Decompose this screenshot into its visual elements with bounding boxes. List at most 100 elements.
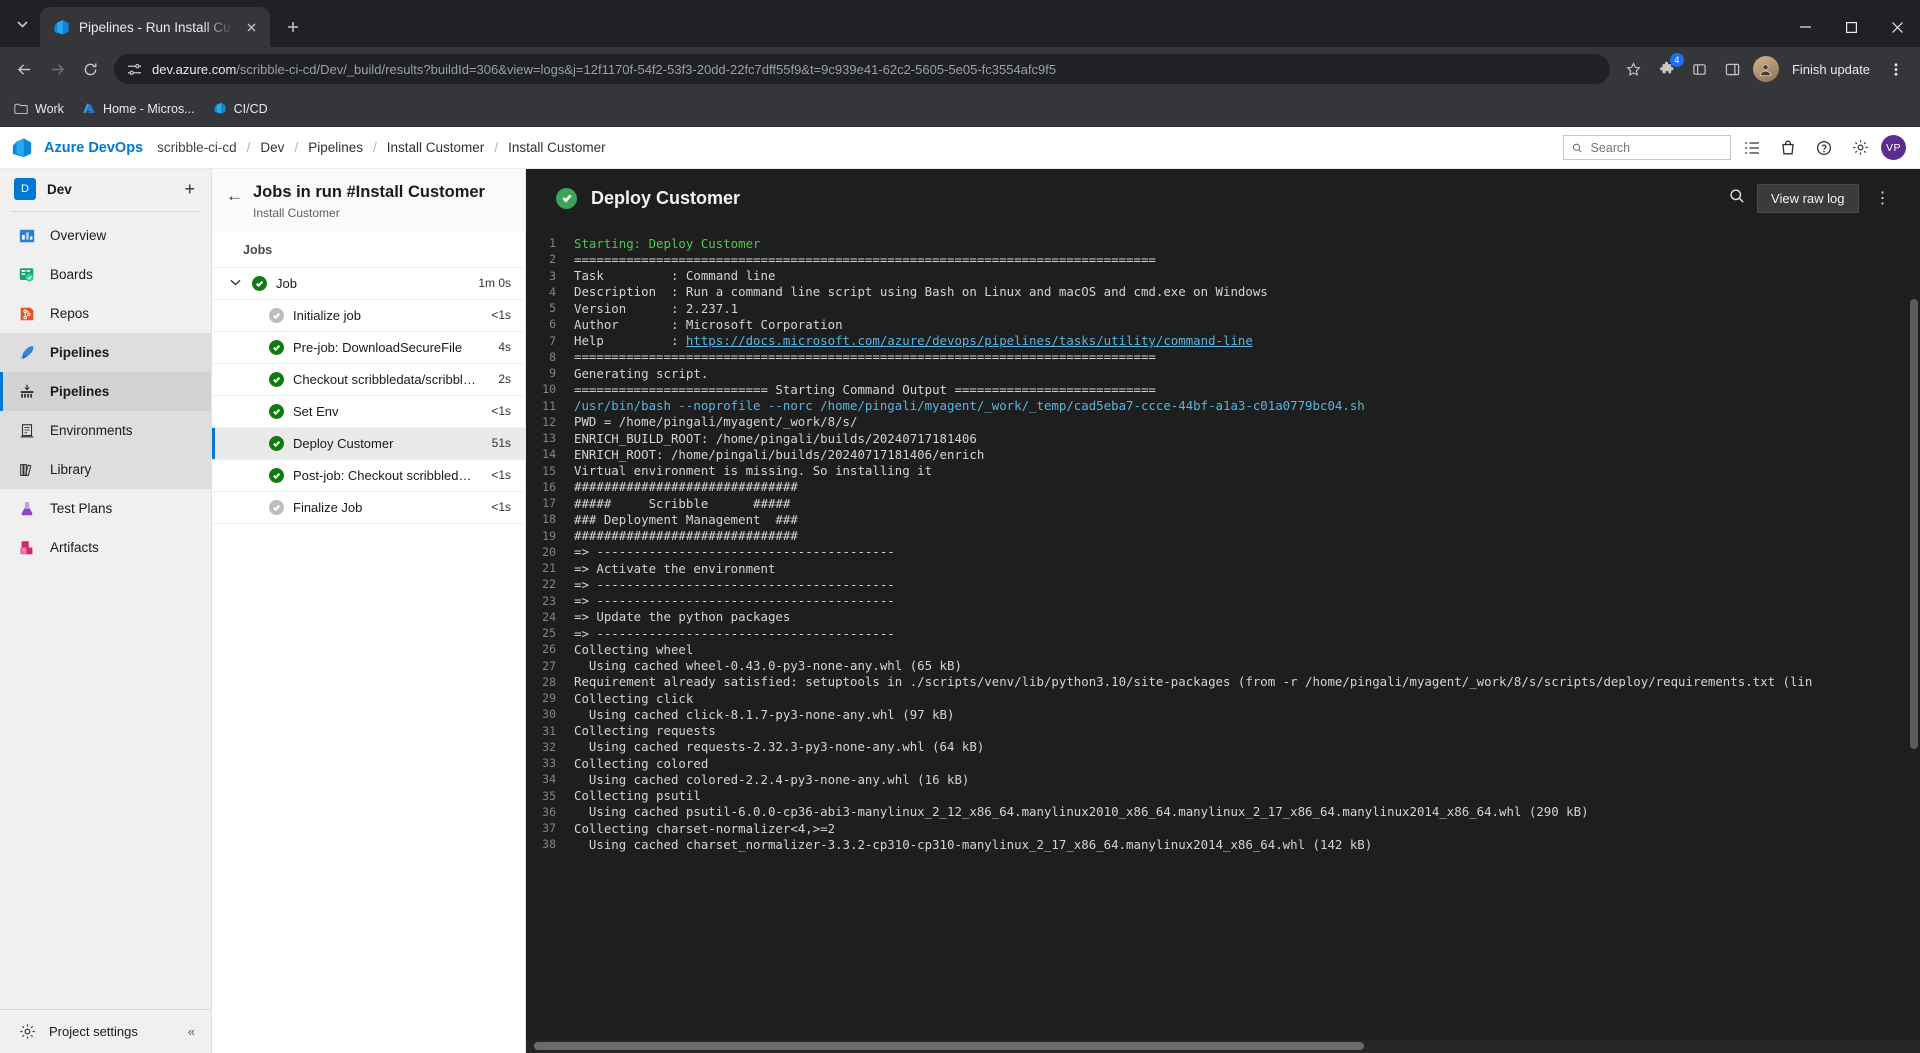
log-line-text: Description : Run a command line script … <box>574 284 1268 300</box>
shopping-bag-icon[interactable] <box>1773 133 1803 163</box>
finish-update-label[interactable]: Finish update <box>1784 62 1878 77</box>
boards-icon <box>16 264 38 286</box>
log-line-text: ========================================… <box>574 349 1156 365</box>
vertical-scrollbar[interactable] <box>1910 299 1918 749</box>
user-avatar[interactable]: VP <box>1881 135 1906 160</box>
job-row[interactable]: Post-job: Checkout scribbledata... <1s <box>212 460 525 492</box>
view-raw-log-button[interactable]: View raw log <box>1757 183 1859 213</box>
log-link[interactable]: https://docs.microsoft.com/azure/devops/… <box>686 333 1253 348</box>
log-line-text: Using cached charset_normalizer-3.3.2-cp… <box>574 836 1373 852</box>
log-content[interactable]: 1 Starting: Deploy Customer 2 =============… <box>526 227 1920 1053</box>
job-row[interactable]: Set Env <1s <box>212 396 525 428</box>
overview-icon <box>16 225 38 247</box>
log-line: 32 Using cached requests-2.32.3-py3-none… <box>526 739 1920 755</box>
extensions-puzzle-icon[interactable] <box>1685 54 1715 84</box>
job-duration: 2s <box>498 372 511 387</box>
url-path: /scribble-ci-cd/Dev/_build/results?build… <box>236 61 1057 77</box>
log-line-text: ### Deployment Management ### <box>574 511 798 527</box>
more-vertical-icon[interactable]: ⋮ <box>1871 188 1897 208</box>
bookmark-star-icon[interactable] <box>1619 54 1649 84</box>
add-icon[interactable]: + <box>184 180 197 198</box>
project-selector[interactable]: D Dev + <box>0 169 211 209</box>
azure-devops-logo-icon[interactable] <box>0 137 44 159</box>
log-line: 25 => -----------------------------------… <box>526 625 1920 641</box>
project-initial: D <box>14 178 36 200</box>
app-header: Azure DevOps scribble-ci-cd / Dev / Pipe… <box>0 127 1920 169</box>
log-line-text[interactable]: Help : https://docs.microsoft.com/azure/… <box>574 333 1273 348</box>
sidebar-item-pipelines-group[interactable]: Pipelines <box>0 333 211 372</box>
sidebar-item-pipelines[interactable]: Pipelines <box>0 372 211 411</box>
horizontal-scrollbar-track[interactable] <box>526 1040 1920 1053</box>
tab-search-button[interactable] <box>4 6 40 42</box>
job-row-selected[interactable]: Deploy Customer 51s <box>212 427 525 460</box>
breadcrumb-item-install-customer[interactable]: Install Customer <box>385 140 487 155</box>
site-settings-icon[interactable] <box>127 62 143 77</box>
sidebar-item-boards[interactable]: Boards <box>0 255 211 294</box>
brand-label[interactable]: Azure DevOps <box>44 140 143 156</box>
log-line: 15 Virtual environment is missing. So ins… <box>526 463 1920 479</box>
breadcrumb-item-dev[interactable]: Dev <box>258 140 286 155</box>
job-row[interactable]: Finalize Job <1s <box>212 492 525 524</box>
close-icon[interactable] <box>242 18 260 36</box>
browser-tab[interactable]: Pipelines - Run Install Cu <box>40 7 270 47</box>
extension-badge-count: 4 <box>1669 53 1684 67</box>
minimize-icon[interactable] <box>1782 7 1828 47</box>
log-line-text: Using cached psutil-6.0.0-cp36-abi3-many… <box>574 804 1589 820</box>
log-line-text: Using cached requests-2.32.3-py3-none-an… <box>574 739 985 755</box>
job-row[interactable]: Job 1m 0s <box>212 268 525 300</box>
log-line-number: 7 <box>549 333 556 348</box>
bookmark-item[interactable]: CI/CD <box>213 102 268 116</box>
status-success-icon <box>269 339 284 355</box>
search-input[interactable] <box>1590 140 1722 155</box>
new-tab-button[interactable] <box>278 12 308 42</box>
chrome-menu-icon[interactable] <box>1881 54 1911 84</box>
bookmark-item[interactable]: Home - Micros... <box>82 102 195 116</box>
sidebar-item-test-plans[interactable]: Test Plans <box>0 489 211 528</box>
browser-window: Pipelines - Run Install Cu dev.azure.com… <box>0 0 1920 1053</box>
extension-icon[interactable]: 4 <box>1652 53 1684 84</box>
forward-icon[interactable] <box>42 54 72 84</box>
back-icon[interactable] <box>9 54 39 84</box>
project-settings-button[interactable]: Project settings « <box>0 1009 211 1053</box>
chevron-down-icon[interactable] <box>230 277 243 289</box>
job-row[interactable]: Checkout scribbledata/scribble-ci... 2s <box>212 364 525 396</box>
log-line-number: 29 <box>542 691 556 706</box>
close-window-icon[interactable] <box>1874 7 1920 47</box>
back-arrow-icon[interactable]: ← <box>226 182 243 207</box>
breadcrumb-item-run[interactable]: Install Customer <box>506 140 608 155</box>
log-line-text: ========================================… <box>574 251 1156 267</box>
job-name: Pre-job: DownloadSecureFile <box>293 339 463 355</box>
checklist-icon[interactable] <box>1737 133 1767 163</box>
maximize-icon[interactable] <box>1828 7 1874 47</box>
breadcrumb-item-pipelines[interactable]: Pipelines <box>306 140 365 155</box>
sidebar-item-repos[interactable]: Repos <box>0 294 211 333</box>
bookmark-item[interactable]: Work <box>14 102 64 116</box>
environments-icon <box>16 420 38 442</box>
settings-icon[interactable] <box>1845 133 1875 163</box>
collapse-sidebar-icon[interactable]: « <box>188 1024 195 1039</box>
job-duration: <1s <box>491 500 511 515</box>
job-row[interactable]: Pre-job: DownloadSecureFile 4s <box>212 332 525 364</box>
profile-avatar[interactable] <box>1751 54 1781 84</box>
reload-icon[interactable] <box>75 54 105 84</box>
sidebar-item-overview[interactable]: Overview <box>0 216 211 255</box>
log-line: 35 Collecting psutil <box>526 788 1920 804</box>
split-view-icon[interactable] <box>1718 54 1748 84</box>
search-icon[interactable] <box>1729 188 1745 209</box>
sidebar-item-label: Library <box>50 462 92 477</box>
sidebar-item-environments[interactable]: Environments <box>0 411 211 450</box>
log-line: 5 Version : 2.237.1 <box>526 300 1920 316</box>
sidebar-item-artifacts[interactable]: Artifacts <box>0 528 211 567</box>
sidebar-item-library[interactable]: Library <box>0 450 211 489</box>
search-box[interactable] <box>1563 135 1731 160</box>
log-lines: 1 Starting: Deploy Customer 2 =============… <box>526 235 1920 853</box>
artifacts-icon <box>16 537 38 559</box>
breadcrumb-org[interactable]: scribble-ci-cd <box>155 140 239 155</box>
horizontal-scrollbar-thumb[interactable] <box>534 1042 1364 1050</box>
log-header: Deploy Customer View raw log ⋮ <box>526 169 1920 227</box>
app-body: D Dev + Overview Boards Repos Pipelines … <box>0 169 1920 1053</box>
job-row[interactable]: Initialize job <1s <box>212 300 525 332</box>
address-bar[interactable]: dev.azure.com/scribble-ci-cd/Dev/_build/… <box>114 54 1610 84</box>
log-line: 29 Collecting click <box>526 690 1920 706</box>
help-icon[interactable] <box>1809 133 1839 163</box>
